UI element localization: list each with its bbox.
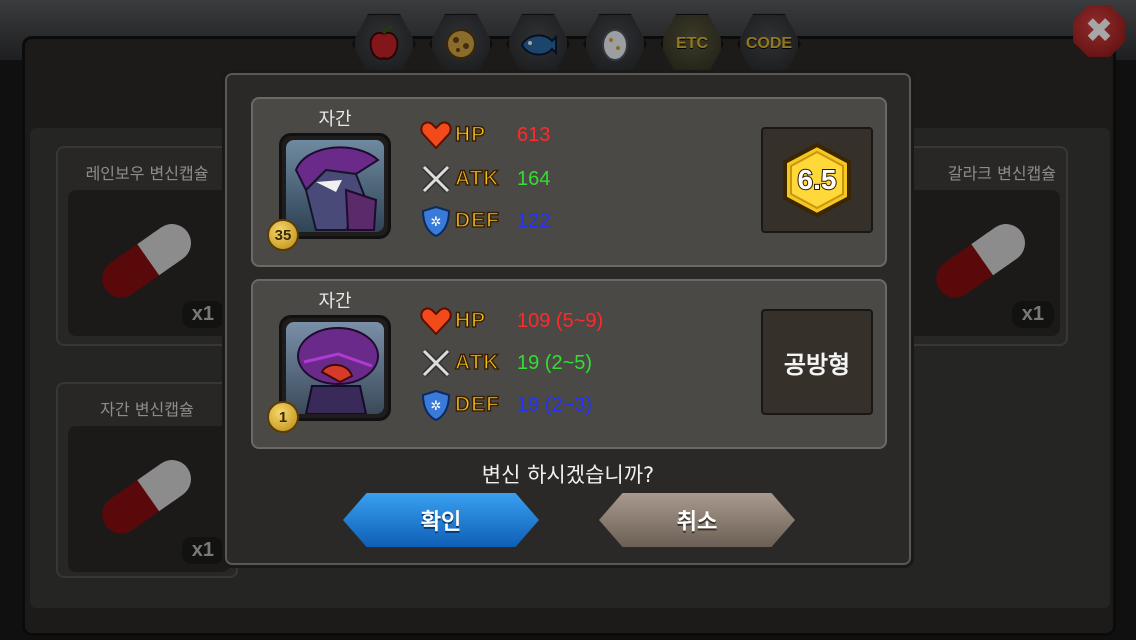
egg-icon xyxy=(602,29,628,61)
item-name: 자간 변신캡슐 xyxy=(100,400,194,419)
stat-row-atk: ATK 19 (2~5) xyxy=(419,345,592,381)
confirm-question: 변신 하시겠습니까? xyxy=(481,463,655,487)
grade-box: 6.5 xyxy=(761,127,873,233)
stat-row-atk: ATK 164 xyxy=(419,161,550,197)
shield-icon: ✲ xyxy=(419,204,453,238)
type-box: 공방형 xyxy=(761,309,873,415)
fish-icon xyxy=(520,34,557,56)
new-monster-panel: 자간 1 HP 109 (5~9) ATK 19 (2~5) ✲ DEF 19 … xyxy=(251,279,887,449)
monster-image xyxy=(294,146,380,231)
def-label: DEF xyxy=(454,392,500,417)
heart-icon xyxy=(419,118,453,152)
stat-row-hp: HP 613 xyxy=(419,117,550,153)
item-count: x1 xyxy=(1011,301,1054,328)
heart-icon xyxy=(419,304,453,338)
item-card[interactable]: 레인보우 변신캡슐 x1 xyxy=(56,146,238,346)
monster-image xyxy=(297,327,379,414)
atk-value: 19 (2~5) xyxy=(517,351,593,374)
item-card[interactable]: 자간 변신캡슐 x1 xyxy=(56,382,238,578)
item-count: x1 xyxy=(181,537,224,564)
svg-text:✲: ✲ xyxy=(431,215,442,230)
def-value: 122 xyxy=(517,209,551,232)
monster-portrait xyxy=(279,315,391,421)
capsule-icon xyxy=(102,460,191,534)
grade-value: 6.5 xyxy=(798,164,837,195)
current-monster-panel: 자간 35 HP 613 ATK 164 ✲ DEF 122 6.5 xyxy=(251,97,887,267)
transform-dialog: 자간 35 HP 613 ATK 164 ✲ DEF 122 6.5 자간 1 … xyxy=(222,70,914,568)
monster-name: 자간 xyxy=(318,109,352,130)
hp-label: HP xyxy=(454,122,487,147)
tab-code-label: CODE xyxy=(745,35,793,52)
close-icon: ✖ xyxy=(1084,11,1114,51)
monster-portrait xyxy=(279,133,391,239)
cancel-button[interactable]: 취소 xyxy=(599,493,795,547)
confirm-button-label: 확인 xyxy=(420,510,462,535)
atk-label: ATK xyxy=(454,350,500,375)
stat-row-def: ✲ DEF 19 (2~3) xyxy=(419,387,592,423)
item-slot: x1 xyxy=(892,190,1060,336)
capsule-icon xyxy=(936,224,1025,298)
level-badge: 35 xyxy=(267,219,299,251)
shield-icon: ✲ xyxy=(419,388,453,422)
capsule-icon xyxy=(102,224,191,298)
hp-value: 613 xyxy=(517,123,551,146)
apple-icon xyxy=(369,26,399,60)
atk-label: ATK xyxy=(454,166,500,191)
hp-label: HP xyxy=(454,308,487,333)
item-slot: x1 xyxy=(68,190,230,336)
cancel-button-label: 취소 xyxy=(676,510,718,535)
monster-name: 자간 xyxy=(318,291,352,312)
def-value: 19 (2~3) xyxy=(517,393,593,416)
crossed-swords-icon xyxy=(419,346,453,380)
atk-value: 164 xyxy=(517,167,551,190)
stat-row-hp: HP 109 (5~9) xyxy=(419,303,603,339)
def-label: DEF xyxy=(454,208,500,233)
hp-value: 109 (5~9) xyxy=(517,309,604,332)
item-count: x1 xyxy=(181,301,224,328)
level-badge: 1 xyxy=(267,401,299,433)
cookie-icon xyxy=(446,29,476,59)
confirm-button[interactable]: 확인 xyxy=(343,493,539,547)
monster-type: 공방형 xyxy=(783,350,851,379)
item-name: 갈라크 변신캡슐 xyxy=(947,164,1056,183)
stat-row-def: ✲ DEF 122 xyxy=(419,203,550,239)
item-slot: x1 xyxy=(68,426,230,572)
item-name: 레인보우 변신캡슐 xyxy=(85,164,209,183)
crossed-swords-icon xyxy=(419,162,453,196)
grade-hexagon-badge: 6.5 xyxy=(783,142,851,218)
tab-etc-label: ETC xyxy=(676,35,708,52)
svg-text:✲: ✲ xyxy=(431,399,442,414)
